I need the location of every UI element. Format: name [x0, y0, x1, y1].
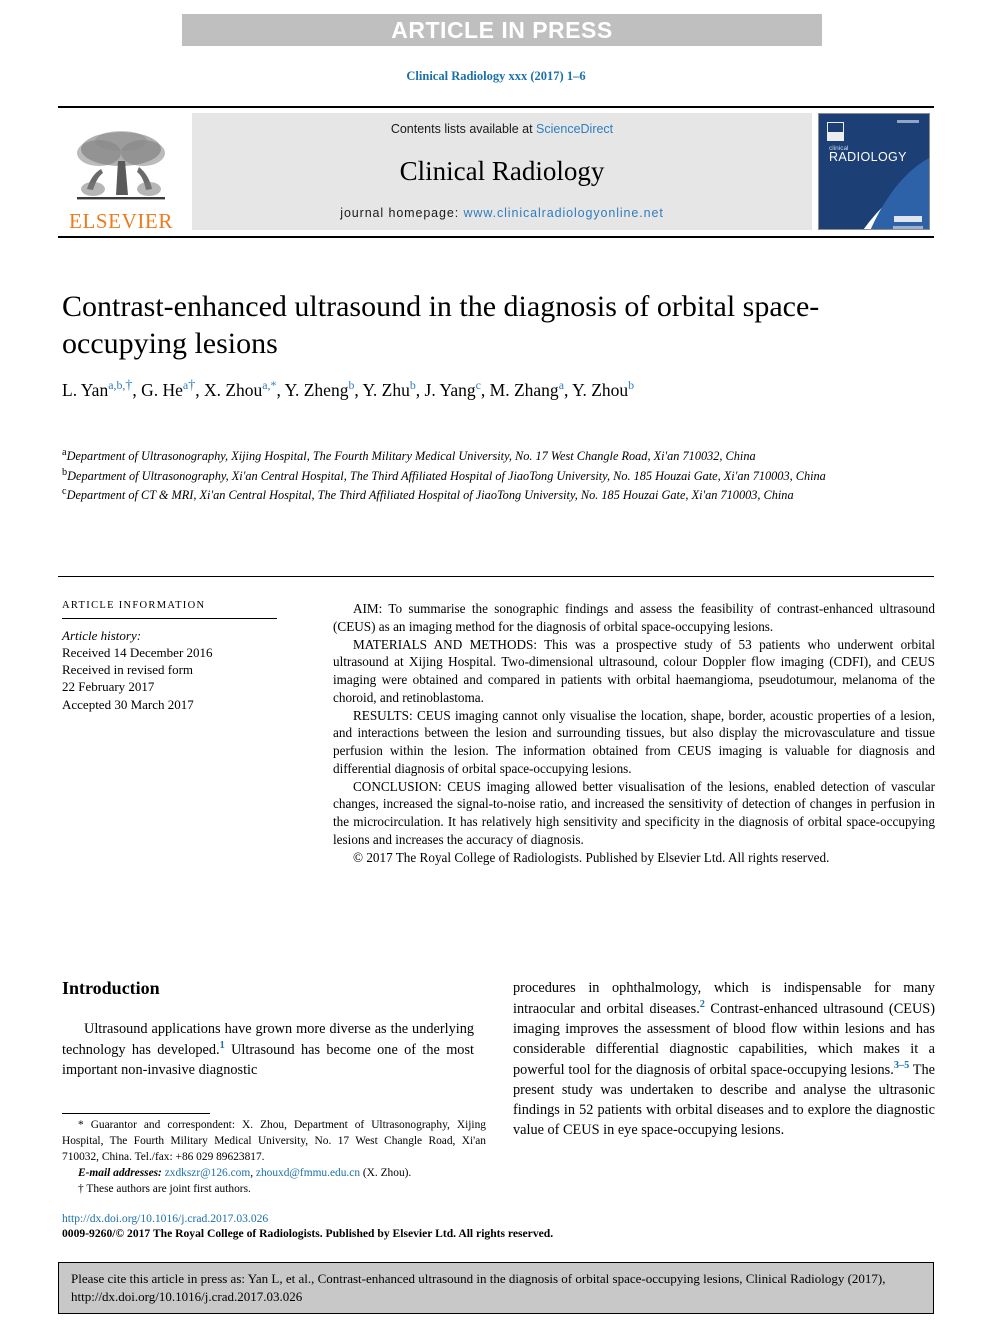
citation-ref-3-5[interactable]: 3–5 — [894, 1060, 909, 1071]
introduction-left-column: Ultrasound applications have grown more … — [62, 1019, 474, 1080]
introduction-paragraph-left: Ultrasound applications have grown more … — [62, 1019, 474, 1080]
title-block: Contrast-enhanced ultrasound in the diag… — [62, 288, 852, 404]
author-name: G. He — [141, 380, 183, 401]
affiliation-text: Department of Ultrasonography, Xi'an Cen… — [67, 468, 826, 483]
email-attribution: (X. Zhou). — [362, 1166, 412, 1179]
author-name: J. Yang — [424, 380, 476, 401]
article-information-rule — [62, 618, 277, 619]
abstract-materials-methods: MATERIALS AND METHODS: This was a prospe… — [333, 636, 935, 705]
article-accepted-date: Accepted 30 March 2017 — [62, 696, 194, 712]
author-name: X. Zhou — [203, 380, 263, 401]
contents-prefix: Contents lists available at — [390, 122, 537, 136]
affiliation-entry: bDepartment of Ultrasonography, Xi'an Ce… — [62, 466, 862, 486]
author-affiliation-mark: a, — [262, 378, 271, 393]
citation-footer-box: Please cite this article in press as: Ya… — [58, 1262, 934, 1314]
abstract-aim: AIM: To summarise the sonographic findin… — [333, 601, 935, 634]
journal-title: Clinical Radiology — [399, 155, 605, 186]
author-name: M. Zhang — [489, 380, 559, 401]
email-addresses-label: E-mail addresses: — [78, 1166, 162, 1179]
abstract-divider-rule — [58, 576, 934, 577]
author-name: Y. Zhou — [572, 380, 629, 401]
journal-homepage-link[interactable]: www.clinicalradiologyonline.net — [464, 206, 664, 220]
article-revised-date: 22 February 2017 — [62, 679, 155, 695]
journal-cover-image: clinical RADIOLOGY — [819, 114, 929, 229]
author-name: Y. Zhu — [362, 380, 410, 401]
abstract-copyright: © 2017 The Royal College of Radiologists… — [353, 849, 830, 865]
svg-text:RADIOLOGY: RADIOLOGY — [829, 150, 907, 164]
affiliation-list: aDepartment of Ultrasonography, Xijing H… — [62, 446, 862, 505]
elsevier-logo: ELSEVIER — [58, 108, 186, 236]
author-affiliation-mark: b — [348, 378, 355, 393]
asterisk-icon: * — [78, 1119, 84, 1131]
email-link-1[interactable]: zxdkszr@126.com — [165, 1167, 250, 1179]
author-affiliation-mark: a — [558, 378, 564, 393]
elsevier-tree-icon — [77, 131, 165, 200]
article-history-label: Article history: — [62, 628, 142, 643]
footnote-divider-rule — [62, 1113, 210, 1114]
affiliation-text: Department of Ultrasonography, Xijing Ho… — [66, 449, 756, 464]
abstract-results: RESULTS: CEUS imaging cannot only visual… — [333, 707, 935, 776]
journal-cover-thumbnail: clinical RADIOLOGY — [818, 113, 930, 230]
author-affiliation-mark: b — [628, 378, 635, 393]
article-received-date: Received 14 December 2016 — [62, 645, 213, 661]
article-revised-label: Received in revised form — [62, 662, 194, 678]
journal-homepage-line: journal homepage: www.clinicalradiologyo… — [340, 206, 663, 220]
masthead-center-panel: Contents lists available at ScienceDirec… — [192, 113, 812, 230]
article-information-heading: ARTICLE INFORMATION — [62, 600, 206, 611]
elsevier-wordmark: ELSEVIER — [69, 209, 173, 233]
journal-masthead: ELSEVIER Contents lists available at Sci… — [58, 106, 934, 238]
abstract-conclusion: CONCLUSION: CEUS imaging allowed better … — [333, 778, 935, 847]
abstract-section: AIM: To summarise the sonographic findin… — [333, 600, 935, 866]
page-title: Contrast-enhanced ultrasound in the diag… — [62, 290, 820, 361]
contents-available-line: Contents lists available at ScienceDirec… — [391, 122, 613, 136]
introduction-paragraph-right: procedures in ophthalmology, which is in… — [513, 978, 935, 1140]
citation-footer-text: Please cite this article in press as: Ya… — [71, 1271, 886, 1304]
article-in-press-label: ARTICLE IN PRESS — [391, 16, 613, 43]
affiliation-entry: cDepartment of CT & MRI, Xi'an Central H… — [62, 485, 862, 505]
section-heading-introduction: Introduction — [62, 978, 160, 998]
author-affiliation-mark: c — [475, 378, 481, 393]
footnotes-block: * Guarantor and correspondent: X. Zhou, … — [62, 1118, 486, 1198]
author-asterisk-icon: * — [270, 378, 277, 393]
issn-copyright-line: 0009-9260/© 2017 The Royal College of Ra… — [62, 1227, 554, 1240]
joint-first-authors-text: These authors are joint first authors. — [86, 1182, 251, 1195]
author-dagger-icon: † — [125, 378, 133, 394]
author-affiliation-mark: b — [409, 378, 416, 393]
author-name: Y. Zheng — [284, 380, 349, 401]
sciencedirect-link[interactable]: ScienceDirect — [536, 122, 613, 136]
introduction-right-column: procedures in ophthalmology, which is in… — [513, 978, 935, 1140]
author-list: L. Yana,b,†, G. Hea†, X. Zhoua,*, Y. Zhe… — [62, 378, 635, 401]
homepage-prefix: journal homepage: — [340, 206, 464, 220]
article-in-press-banner: ARTICLE IN PRESS — [182, 14, 822, 46]
dagger-icon: † — [78, 1182, 84, 1195]
affiliation-entry: aDepartment of Ultrasonography, Xijing H… — [62, 446, 862, 466]
article-information-panel: ARTICLE INFORMATION Article history: Rec… — [62, 600, 277, 713]
correspondence-text: Guarantor and correspondent: X. Zhou, De… — [62, 1119, 486, 1163]
email-link-2[interactable]: zhouxd@fmmu.edu.cn — [256, 1167, 360, 1179]
footnote-correspondence: * Guarantor and correspondent: X. Zhou, … — [62, 1118, 486, 1166]
author-dagger-icon: † — [188, 378, 196, 394]
footnote-joint-first-authors: † These authors are joint first authors. — [62, 1182, 486, 1198]
journal-reference-line: Clinical Radiology xxx (2017) 1–6 — [406, 69, 586, 83]
doi-link[interactable]: http://dx.doi.org/10.1016/j.crad.2017.03… — [62, 1212, 268, 1225]
author-affiliation-mark: a,b, — [108, 378, 126, 393]
author-name: L. Yan — [62, 380, 109, 401]
footnote-emails: E-mail addresses: zxdkszr@126.com, zhoux… — [62, 1166, 486, 1182]
affiliation-text: Department of CT & MRI, Xi'an Central Ho… — [66, 488, 794, 503]
